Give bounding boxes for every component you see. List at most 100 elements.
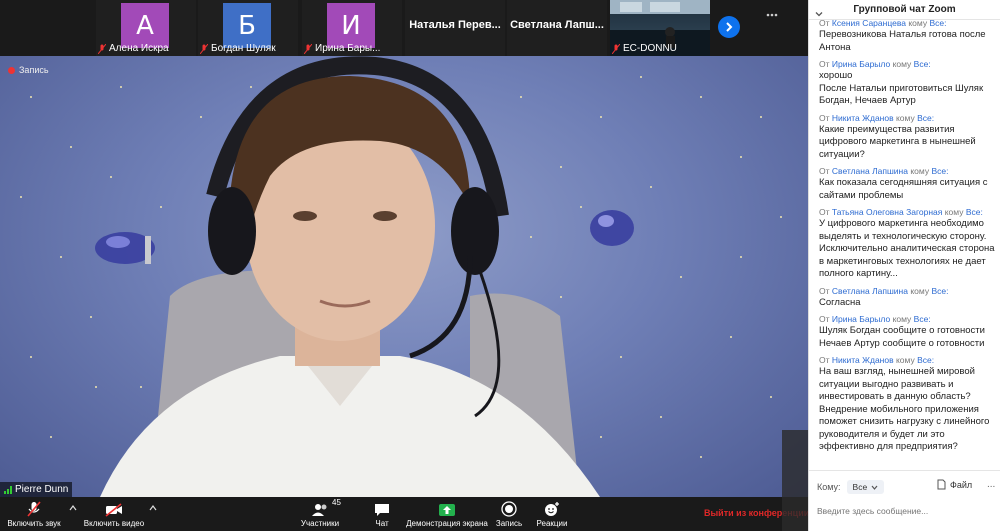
recipient-select[interactable]: Все bbox=[846, 480, 885, 494]
participant-name: EC-DONNU bbox=[612, 43, 677, 54]
chat-message-list[interactable]: От Ксения Саранцева кому Все: Перевознико… bbox=[809, 20, 1000, 465]
chevron-down-icon bbox=[815, 12, 823, 17]
record-dot-icon bbox=[8, 66, 15, 74]
next-page-button[interactable] bbox=[718, 16, 740, 38]
chat-message: От Ирина Барыло кому Все: хорошо После На… bbox=[819, 59, 995, 108]
chat-sender[interactable]: Никита Жданов bbox=[832, 113, 894, 123]
chevron-up-icon bbox=[149, 505, 157, 511]
chat-message-input[interactable] bbox=[817, 500, 993, 522]
chat-icon bbox=[375, 504, 389, 516]
participant-strip: А Алена Искра Б Богдан Шуляк И Ирина Бар… bbox=[0, 0, 808, 56]
more-options-button[interactable] bbox=[766, 4, 778, 22]
chat-message: От Татьяна Олеговна Загорная кому Все: У … bbox=[819, 207, 995, 281]
chat-recipient: Все: bbox=[931, 285, 949, 296]
participant-name: Алена Искра bbox=[98, 43, 169, 54]
chat-more-button[interactable]: ... bbox=[987, 479, 995, 490]
participant-name: Ирина Бары... bbox=[304, 43, 380, 54]
chat-recipient: Все: bbox=[913, 59, 931, 69]
speaker-image bbox=[95, 56, 634, 497]
chat-message: От Никита Жданов кому Все: На ваш взгляд,… bbox=[819, 355, 995, 454]
share-screen-button[interactable]: Демонстрация экрана bbox=[406, 497, 488, 531]
participants-count: 45 bbox=[332, 498, 341, 507]
signal-icon bbox=[4, 485, 12, 494]
unmute-button[interactable]: Включить звук bbox=[4, 497, 64, 531]
chat-sender[interactable]: Никита Жданов bbox=[832, 355, 894, 365]
participant-tile-video[interactable]: EC-DONNU bbox=[610, 0, 710, 56]
chat-message-text: Согласна bbox=[819, 296, 861, 308]
participant-name: Наталья Перев... bbox=[409, 19, 501, 31]
speaker-video: Запись Pierre Dunn bbox=[0, 56, 808, 497]
chat-sender[interactable]: Ирина Барыло bbox=[832, 59, 890, 69]
chat-message: От Никита Жданов кому Все: Какие преимуще… bbox=[819, 113, 995, 162]
participant-name: Богдан Шуляк bbox=[200, 43, 276, 54]
more-dots-icon bbox=[766, 13, 778, 17]
video-options-caret[interactable] bbox=[149, 503, 157, 513]
chat-message-header: От Никита Жданов кому Все: bbox=[819, 355, 935, 365]
chat-message: От Светлана Лапшина кому Все: Как показал… bbox=[819, 166, 995, 202]
chat-sender[interactable]: Светлана Лапшина bbox=[832, 166, 908, 176]
participants-icon bbox=[312, 504, 327, 516]
speaker-name-label: Pierre Dunn bbox=[0, 482, 73, 497]
chat-message-text: Какие преимущества развития цифрового ма… bbox=[819, 123, 976, 160]
participant-tile[interactable]: И Ирина Бары... bbox=[302, 0, 402, 56]
participant-tile[interactable]: Наталья Перев... bbox=[405, 0, 505, 56]
record-button[interactable]: Запись bbox=[496, 497, 522, 531]
reactions-button[interactable]: Реакции bbox=[536, 497, 568, 531]
chat-message-header: От Ирина Барыло кому Все: bbox=[819, 314, 931, 324]
audio-options-caret[interactable] bbox=[69, 503, 77, 513]
mic-muted-icon bbox=[612, 43, 620, 54]
chat-compose: Кому: Все Файл ... bbox=[809, 470, 1000, 531]
chat-recipient: Все: bbox=[917, 112, 935, 123]
chat-title: Групповой чат Zoom bbox=[853, 4, 956, 15]
chat-panel: Групповой чат Zoom От Ксения Саранцева к… bbox=[808, 0, 1000, 531]
chat-message-text: У цифрового маркетинга необходимо выделя… bbox=[819, 218, 995, 279]
smiley-plus-icon bbox=[545, 502, 559, 516]
chat-recipient: Все: bbox=[931, 166, 949, 176]
chevron-down-icon bbox=[871, 485, 878, 490]
chevron-up-icon bbox=[69, 505, 77, 511]
avatar: Б bbox=[223, 3, 271, 48]
mic-muted-icon bbox=[304, 43, 312, 54]
file-icon bbox=[937, 479, 946, 490]
recording-indicator: Запись bbox=[8, 65, 49, 75]
file-button[interactable]: Файл bbox=[937, 479, 972, 490]
chat-message-text: хорошо После Натальи приготовиться Шуляк… bbox=[819, 70, 984, 106]
chat-message-header: От Ирина Барыло кому Все: bbox=[819, 59, 931, 69]
chevron-right-icon bbox=[726, 22, 733, 32]
meeting-toolbar: Включить звук Включить видео Участники 4… bbox=[0, 497, 809, 531]
chat-message-text: Шуляк Богдан сообщите о готовности Нечае… bbox=[819, 325, 985, 349]
chat-message-text: На ваш взгляд, нынешней мировой ситуации… bbox=[819, 366, 990, 452]
chat-button[interactable]: Чат bbox=[370, 497, 394, 531]
chat-message: От Светлана Лапшина кому Все: Согласна bbox=[819, 286, 995, 310]
chat-recipient: Все: bbox=[929, 20, 947, 28]
chat-message-header: От Татьяна Олеговна Загорная кому Все: bbox=[819, 207, 983, 217]
chat-message-header: От Никита Жданов кому Все: bbox=[819, 112, 935, 123]
avatar: И bbox=[327, 3, 375, 48]
chat-message-text: Перевозникова Наталья готова после Антон… bbox=[819, 29, 986, 53]
chat-message-text: Как показала сегодняшняя ситуация с сайт… bbox=[819, 177, 988, 201]
mic-muted-icon bbox=[27, 501, 41, 517]
participant-tile[interactable]: Светлана Лапш... bbox=[507, 0, 607, 56]
chat-message-header: От Светлана Лапшина кому Все: bbox=[819, 285, 949, 296]
mic-muted-icon bbox=[200, 43, 208, 54]
chat-recipient: Все: bbox=[913, 314, 931, 324]
chat-sender[interactable]: Светлана Лапшина bbox=[832, 286, 908, 296]
chat-sender[interactable]: Татьяна Олеговна Загорная bbox=[832, 207, 942, 217]
record-icon bbox=[501, 501, 517, 517]
chat-recipient: Все: bbox=[965, 207, 983, 217]
mic-muted-icon bbox=[98, 43, 106, 54]
chat-sender[interactable]: Ирина Барыло bbox=[832, 314, 890, 324]
chat-message: От Ирина Барыло кому Все: Шуляк Богдан со… bbox=[819, 314, 995, 350]
chat-header: Групповой чат Zoom bbox=[809, 0, 1000, 20]
chat-sender[interactable]: Ксения Саранцева bbox=[832, 20, 906, 28]
chat-message: От Ксения Саранцева кому Все: Перевознико… bbox=[819, 20, 995, 54]
participant-tile[interactable]: А Алена Искра bbox=[96, 0, 196, 56]
start-video-button[interactable]: Включить видео bbox=[82, 497, 146, 531]
recipient-row: Кому: Все bbox=[817, 480, 885, 494]
participant-tile[interactable]: Б Богдан Шуляк bbox=[198, 0, 298, 56]
video-off-icon bbox=[105, 503, 122, 517]
participant-name: Светлана Лапш... bbox=[510, 19, 604, 31]
chat-recipient: Все: bbox=[917, 355, 935, 365]
avatar: А bbox=[121, 3, 169, 48]
chat-message-header: От Светлана Лапшина кому Все: bbox=[819, 166, 949, 176]
